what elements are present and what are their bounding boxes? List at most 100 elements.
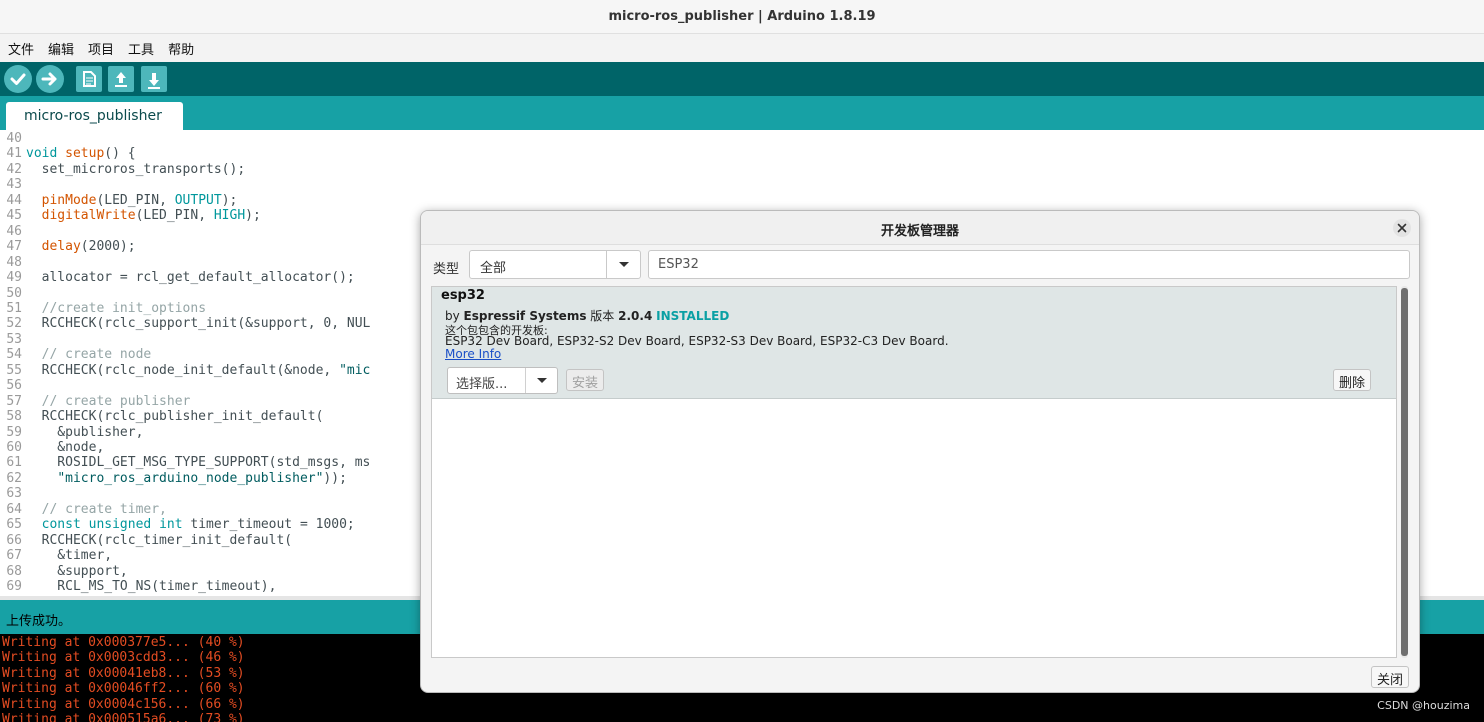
status-message: 上传成功。: [6, 614, 72, 629]
open-sketch-button[interactable]: [108, 66, 134, 92]
new-icon: [83, 71, 96, 87]
line-number: 57: [6, 393, 22, 409]
code-text: &timer,: [26, 548, 113, 564]
code-text: //create init_options: [41, 300, 207, 316]
dialog-close-button[interactable]: [1393, 219, 1411, 237]
code-text: void setup() {: [26, 146, 136, 162]
console-line: Writing at 0x000515a6... (73 %): [2, 712, 245, 722]
line-number: 41: [6, 146, 22, 162]
upload-button[interactable]: [36, 65, 64, 93]
code-line: 55 RCCHECK(rclc_node_init_default(&node,…: [0, 363, 370, 378]
install-button[interactable]: 安装: [566, 369, 605, 391]
code-text: RCCHECK(rclc_support_init(&support, 0, N…: [26, 316, 371, 332]
code-line: 53: [0, 332, 26, 347]
chevron-down-icon: [537, 378, 547, 383]
code-line: 47 delay(2000);: [0, 239, 136, 255]
code-line: 64 // create timer,: [0, 502, 167, 517]
code-text: "micro_ros_arduino_node_publisher"));: [57, 470, 347, 486]
code-line: 42 set_microros_transports();: [0, 162, 245, 177]
code-line: 65 const unsigned int timer_timeout = 10…: [0, 517, 355, 533]
menu-edit[interactable]: 编辑: [48, 39, 74, 58]
menu-sketch[interactable]: 项目: [88, 39, 114, 58]
board-entry-esp32[interactable]: esp32 by Espressif Systems 版本 2.0.4 INST…: [432, 287, 1396, 399]
line-number: 44: [6, 192, 22, 208]
board-search-input[interactable]: [648, 250, 1410, 279]
more-info-link[interactable]: More Info: [445, 347, 501, 361]
line-number: 45: [6, 208, 22, 224]
code-line: 44 pinMode(LED_PIN, OUTPUT);: [0, 193, 237, 208]
watermark: CSDN @houzima: [1377, 699, 1470, 712]
menu-tools[interactable]: 工具: [128, 39, 154, 58]
code-line: 51 //create init_options: [0, 301, 206, 316]
version-select[interactable]: 选择版...: [447, 367, 558, 394]
line-number: 66: [6, 532, 22, 548]
open-icon: [115, 72, 127, 87]
code-text: &publisher,: [26, 424, 144, 440]
window-title: micro-ros_publisher | Arduino 1.8.19: [608, 9, 876, 24]
code-line: 54 // create node: [0, 347, 151, 362]
code-text: RCL_MS_TO_NS(timer_timeout),: [26, 579, 277, 595]
line-number: 51: [6, 300, 22, 316]
toolbar: [0, 62, 1484, 96]
dialog-close-footer-button[interactable]: 关闭: [1370, 666, 1409, 688]
type-filter-select[interactable]: 全部: [469, 250, 641, 279]
save-icon: [148, 73, 160, 89]
line-number: 56: [6, 378, 22, 394]
type-filter-label: 类型: [433, 262, 460, 277]
save-sketch-button[interactable]: [141, 66, 167, 92]
code-text: set_microros_transports();: [26, 161, 246, 177]
menu-help[interactable]: 帮助: [168, 39, 194, 58]
dialog-title: 开发板管理器: [880, 224, 959, 239]
tab-micro-ros-publisher[interactable]: micro-ros_publisher: [6, 102, 183, 130]
line-number: 59: [6, 424, 22, 440]
new-sketch-button[interactable]: [76, 66, 102, 92]
code-line: 69 RCL_MS_TO_NS(timer_timeout),: [0, 579, 276, 594]
console-line: Writing at 0x00046ff2... (60 %): [2, 681, 245, 697]
line-number: 60: [6, 440, 22, 455]
boards-manager-dialog: 开发板管理器 类型 全部 esp32 by Espressif Systems …: [420, 210, 1420, 693]
code-line: 46: [0, 224, 26, 239]
code-text: delay(2000);: [41, 239, 136, 255]
code-text: ROSIDL_GET_MSG_TYPE_SUPPORT(std_msgs, ms: [26, 455, 371, 471]
line-number: 64: [6, 501, 22, 517]
board-package-name: esp32: [441, 288, 485, 303]
code-text: pinMode(LED_PIN, OUTPUT);: [41, 192, 238, 208]
version-select-value: 选择版...: [456, 377, 508, 392]
code-line: 56: [0, 378, 26, 393]
version-dropdown[interactable]: [525, 368, 557, 393]
line-number: 69: [6, 579, 22, 595]
line-number: 63: [6, 486, 22, 502]
code-line: 48: [0, 255, 26, 270]
line-number: 61: [6, 455, 22, 471]
line-number: 55: [6, 362, 22, 378]
line-number: 58: [6, 409, 22, 425]
code-line: 41 void setup() {: [0, 146, 136, 162]
line-number: 46: [6, 223, 22, 239]
code-line: 59 &publisher,: [0, 425, 143, 440]
menu-file[interactable]: 文件: [8, 39, 34, 58]
code-text: digitalWrite(LED_PIN, HIGH);: [41, 208, 261, 224]
line-number: 40: [6, 131, 22, 146]
code-line: 49 allocator = rcl_get_default_allocator…: [0, 270, 354, 285]
code-line: 50: [0, 286, 26, 301]
code-text: const unsigned int timer_timeout = 1000;: [41, 517, 355, 533]
code-line: 52 RCCHECK(rclc_support_init(&support, 0…: [0, 316, 370, 331]
code-text: // create timer,: [41, 501, 167, 517]
code-text: RCCHECK(rclc_node_init_default(&node, "m…: [26, 362, 371, 378]
list-scrollbar[interactable]: [1401, 286, 1408, 658]
line-number: 67: [6, 548, 22, 564]
list-scroll-thumb[interactable]: [1401, 288, 1408, 656]
console-line: Writing at 0x0004c156... (66 %): [2, 696, 245, 712]
remove-button[interactable]: 删除: [1333, 369, 1372, 391]
by-label: by: [445, 309, 460, 323]
line-number: 43: [6, 177, 22, 193]
code-line: 40: [0, 131, 26, 146]
console-line: Writing at 0x000377e5... (40 %): [2, 635, 245, 650]
board-list[interactable]: esp32 by Espressif Systems 版本 2.0.4 INST…: [431, 286, 1397, 658]
type-filter-dropdown[interactable]: [606, 251, 640, 278]
dialog-header: 开发板管理器: [421, 211, 1419, 245]
line-number: 68: [6, 563, 22, 579]
console-line: Writing at 0x0003cdd3... (46 %): [2, 650, 245, 666]
line-number: 42: [6, 161, 22, 177]
verify-button[interactable]: [4, 65, 32, 93]
